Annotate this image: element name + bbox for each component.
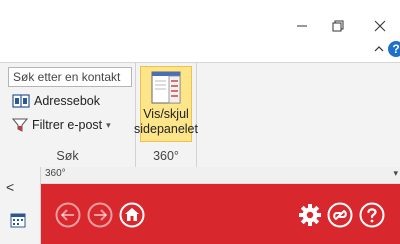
- forward-icon[interactable]: [87, 202, 113, 228]
- link-icon[interactable]: [327, 202, 353, 228]
- ribbon-controls: ?: [374, 38, 400, 60]
- sidepanel-icon: [151, 71, 181, 104]
- calendar-icon[interactable]: [10, 212, 26, 228]
- left-navigation-strip: <: [0, 167, 41, 244]
- chevron-up-icon[interactable]: [374, 44, 384, 54]
- group-label-sok: Søk: [56, 149, 79, 163]
- minimize-button[interactable]: [282, 8, 322, 44]
- address-book-button[interactable]: Adressebok: [12, 91, 100, 111]
- toggle-sidepanel-label: Vis/skjul sidepanelet: [134, 107, 198, 137]
- toggle-sidepanel-button[interactable]: Vis/skjul sidepanelet: [134, 66, 198, 142]
- help-label: ?: [392, 42, 400, 56]
- title-bar: ?: [0, 0, 400, 62]
- group-label-360: 360°: [153, 149, 179, 163]
- panel-dropdown-icon[interactable]: ▾: [393, 168, 398, 179]
- address-book-icon: [12, 94, 30, 108]
- ribbon: Søk etter en kontakt Adressebok Filtrer …: [0, 62, 400, 168]
- toggle-sidepanel-line1: Vis/skjul: [143, 107, 189, 121]
- filter-icon: [12, 118, 28, 132]
- group-360: Vis/skjul sidepanelet 360°: [134, 63, 198, 167]
- contact-search-input[interactable]: Søk etter en kontakt: [8, 67, 132, 87]
- panel-360-toolbar: [41, 184, 400, 244]
- group-sok: Søk etter en kontakt Adressebok Filtrer …: [0, 63, 136, 167]
- close-icon: [374, 20, 386, 32]
- toggle-sidepanel-line2: sidepanelet: [134, 122, 198, 136]
- expand-sidebar-button[interactable]: <: [6, 179, 14, 195]
- panel-header: 360° ▾: [41, 167, 400, 184]
- help-icon[interactable]: [359, 202, 385, 228]
- address-book-label: Adressebok: [34, 94, 101, 108]
- search-placeholder: Søk etter en kontakt: [13, 70, 121, 84]
- restore-button[interactable]: [318, 8, 358, 44]
- filter-dropdown-icon[interactable]: ▾: [106, 120, 111, 131]
- home-icon[interactable]: [119, 202, 145, 228]
- filter-email-label: Filtrer e-post: [32, 118, 103, 132]
- help-button[interactable]: ?: [388, 41, 400, 57]
- minimize-icon: [297, 25, 307, 27]
- restore-icon: [332, 20, 344, 32]
- back-icon[interactable]: [55, 202, 81, 228]
- filter-email-button[interactable]: Filtrer e-post ▾: [12, 115, 111, 135]
- settings-icon[interactable]: [297, 202, 323, 228]
- panel-title: 360°: [45, 168, 66, 179]
